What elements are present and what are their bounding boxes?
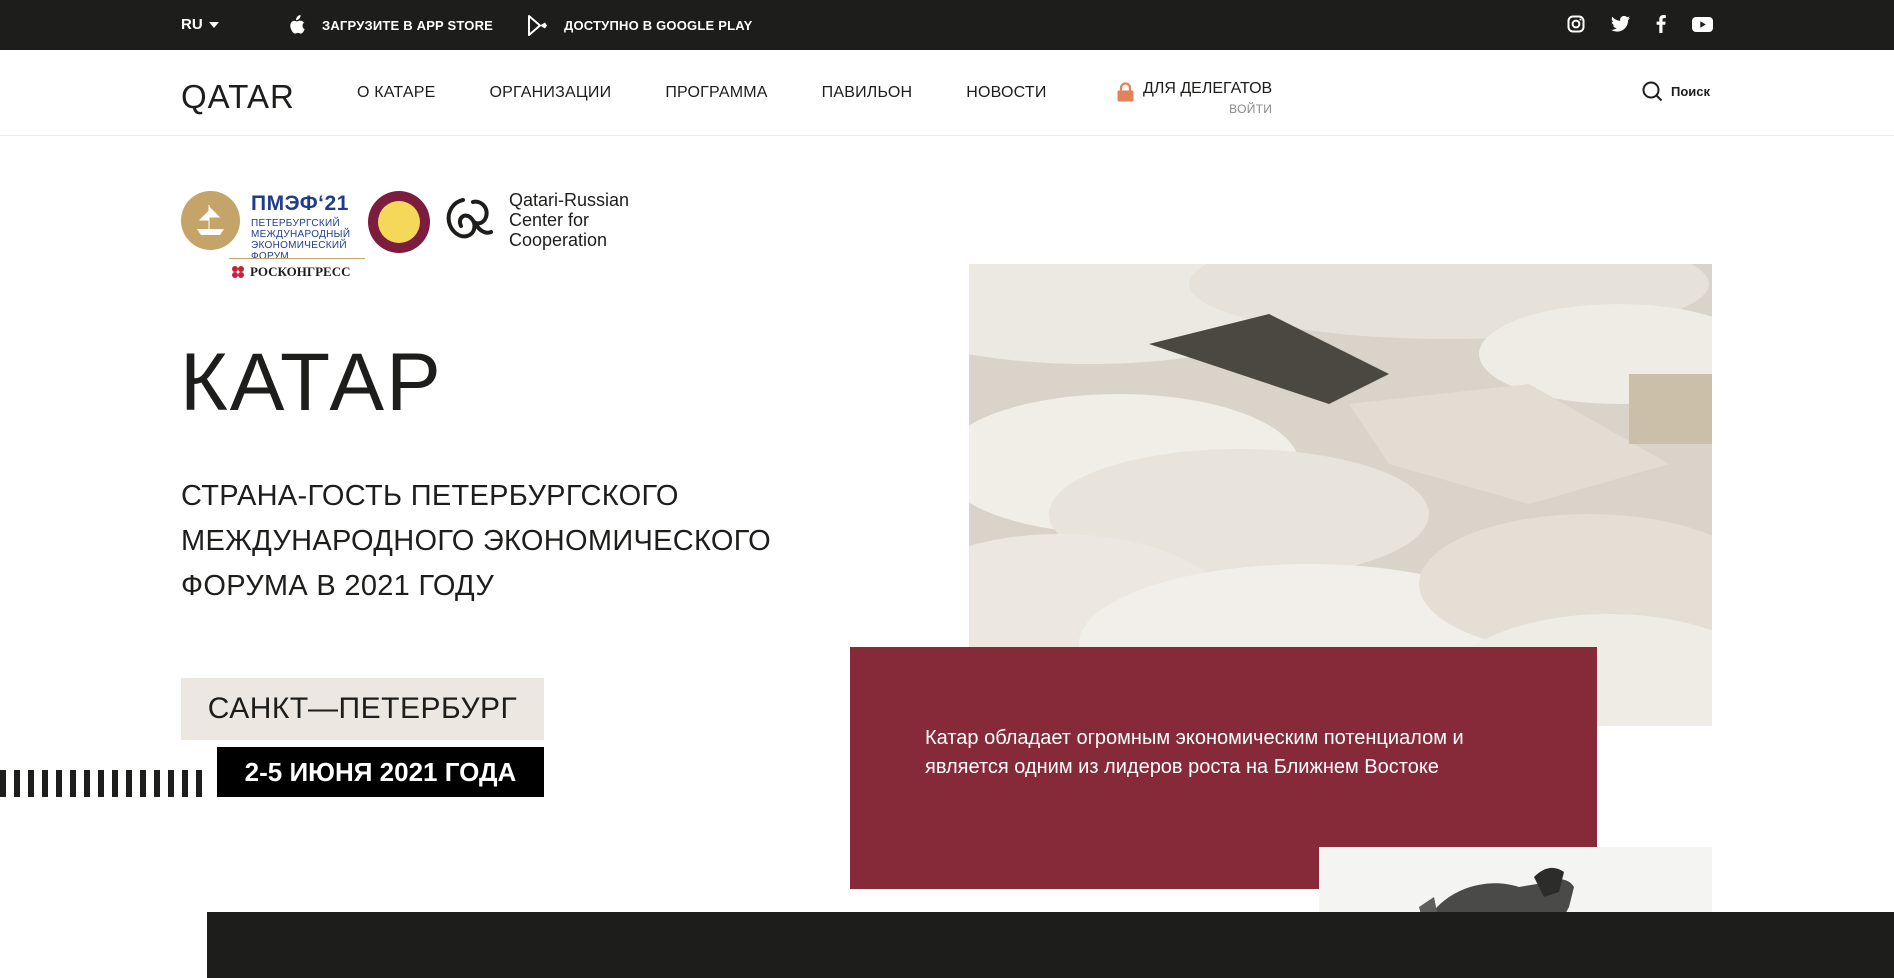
dates-badge: 2-5 ИЮНЯ 2021 ГОДА [217,747,544,797]
app-store-link[interactable]: ЗАГРУЗИТЕ В APP STORE [287,15,493,36]
lock-icon [1117,82,1134,102]
spief-name: ПМЭФ‘21 [251,192,349,215]
nav-item-organizations[interactable]: ОРГАНИЗАЦИИ [490,84,612,102]
qatar-emblem-icon [368,191,430,253]
delegates-label: ДЛЯ ДЕЛЕГАТОВ [1143,80,1273,97]
site-logo[interactable]: QATAR [181,78,295,116]
search-button[interactable]: Поиск [1642,81,1710,102]
search-icon [1642,81,1663,102]
decorative-stripes [0,770,208,797]
google-play-label: ДОСТУПНО В GOOGLE PLAY [564,18,753,33]
nav-menu: О КАТАРЕ ОРГАНИЗАЦИИ ПРОГРАММА ПАВИЛЬОН … [357,84,1047,102]
hero-subtitle: СТРАНА-ГОСТЬ ПЕТЕРБУРГСКОГО МЕЖДУНАРОДНО… [181,480,771,602]
instagram-icon[interactable] [1567,15,1585,38]
language-selector[interactable]: RU [181,16,219,33]
delegates-login[interactable]: ДЛЯ ДЕЛЕГАТОВ ВОЙТИ [1117,80,1272,116]
apple-icon [290,15,305,34]
qrc-label: Qatari-Russian Center for Cooperation [509,190,630,250]
google-play-link[interactable]: ДОСТУПНО В GOOGLE PLAY [528,15,752,36]
city-badge: САНКТ—ПЕТЕРБУРГ [181,678,544,740]
youtube-icon[interactable] [1692,16,1713,37]
top-bar: RU ЗАГРУЗИТЕ В APP STORE ДОСТУПНО В GOOG… [0,0,1894,50]
google-play-icon [528,15,547,36]
qrc-mark-icon [446,198,493,239]
roscongress-icon [232,266,244,278]
login-label: ВОЙТИ [1229,102,1273,116]
search-label: Поиск [1671,84,1711,99]
chevron-down-icon [208,21,219,28]
logo-divider [229,258,365,259]
roscongress-logo: РОСКОНГРЕСС [231,264,351,280]
nav-item-news[interactable]: НОВОСТИ [966,84,1046,102]
dark-section [207,912,1894,978]
roscongress-label: РОСКОНГРЕСС [250,264,351,279]
language-label: RU [181,16,203,33]
twitter-icon[interactable] [1611,15,1630,37]
page-title: КАТАР [180,337,443,428]
social-links [1567,15,1713,38]
spief-text: ПЕТЕРБУРГСКИЙ МЕЖДУНАРОДНЫЙ ЭКОНОМИЧЕСКИ… [251,218,351,262]
nav-item-pavilion[interactable]: ПАВИЛЬОН [822,84,913,102]
nav-item-about-qatar[interactable]: О КАТАРЕ [357,84,436,102]
app-store-label: ЗАГРУЗИТЕ В APP STORE [322,18,494,33]
spief-seal-icon [181,191,240,250]
spief-logo: ПМЭФ‘21 ПЕТЕРБУРГСКИЙ МЕЖДУНАРОДНЫЙ ЭКОН… [181,188,365,282]
facebook-icon[interactable] [1656,15,1666,38]
nav-item-program[interactable]: ПРОГРАММА [665,84,767,102]
main-navigation: QATAR О КАТАРЕ ОРГАНИЗАЦИИ ПРОГРАММА ПАВ… [0,50,1894,136]
